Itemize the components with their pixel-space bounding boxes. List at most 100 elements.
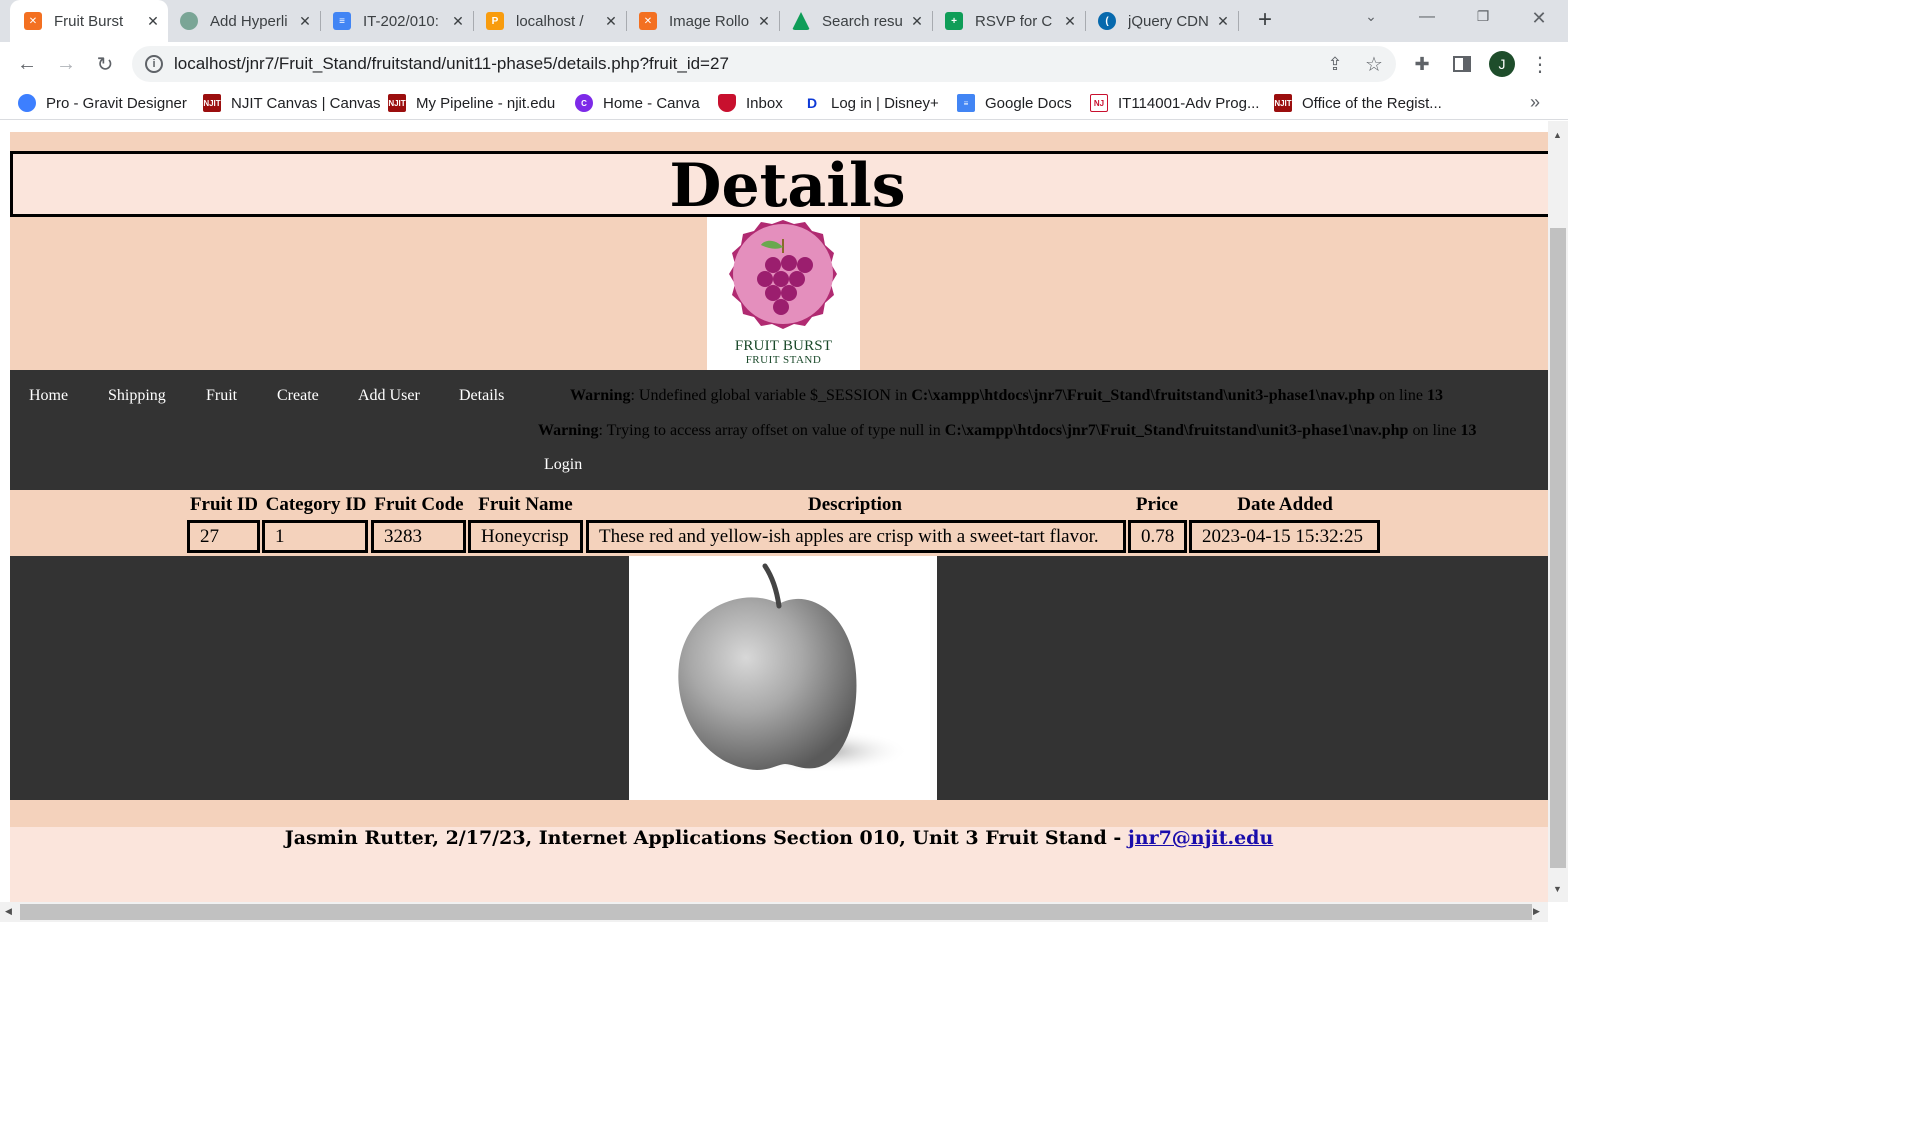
bookmark-inbox[interactable]: Inbox bbox=[718, 93, 783, 113]
back-arrow-icon[interactable]: ← bbox=[14, 51, 40, 77]
njit-icon: NJ bbox=[1090, 94, 1108, 112]
chatgpt-icon bbox=[180, 12, 198, 30]
kebab-menu-icon[interactable]: ⋮ bbox=[1527, 51, 1553, 77]
shield-icon bbox=[718, 94, 736, 112]
bookmark-registrar[interactable]: NJIT Office of the Regist... bbox=[1274, 93, 1442, 113]
njit-icon: NJIT bbox=[203, 94, 221, 112]
footer-credit: Jasmin Rutter, 2/17/23, Internet Applica… bbox=[10, 827, 1548, 849]
address-bar[interactable]: i localhost/jnr7/Fruit_Stand/fruitstand/… bbox=[132, 46, 1396, 82]
close-tab-icon[interactable]: ✕ bbox=[1061, 12, 1079, 30]
bookmark-label: My Pipeline - njit.edu bbox=[416, 94, 556, 112]
tab-title: Add Hyperli bbox=[210, 12, 288, 30]
share-icon[interactable]: ⇪ bbox=[1322, 51, 1348, 77]
warning-path: C:\xampp\htdocs\jnr7\Fruit_Stand\fruitst… bbox=[911, 387, 1375, 404]
google-drive-icon bbox=[792, 12, 810, 30]
nav-shipping-link[interactable]: Shipping bbox=[108, 387, 166, 405]
xampp-icon: ✕ bbox=[24, 12, 42, 30]
tab-rsvp[interactable]: + RSVP for C ✕ bbox=[933, 0, 1085, 42]
warning-on-line: on line bbox=[1374, 387, 1427, 404]
tab-jquery-cdn[interactable]: ( jQuery CDN ✕ bbox=[1086, 0, 1238, 42]
bookmark-label: Home - Canva bbox=[603, 94, 700, 112]
tab-search-chevron-icon[interactable]: ⌄ bbox=[1357, 8, 1385, 32]
close-tab-icon[interactable]: ✕ bbox=[296, 12, 314, 30]
table-header-fruit-name: Fruit Name bbox=[478, 494, 573, 515]
tab-add-hyperlink[interactable]: Add Hyperli ✕ bbox=[168, 0, 320, 42]
scroll-right-arrow-icon[interactable]: ▶ bbox=[1533, 906, 1540, 917]
bookmark-star-icon[interactable]: ☆ bbox=[1361, 51, 1387, 77]
vertical-scroll-thumb[interactable] bbox=[1550, 228, 1566, 868]
url-text[interactable]: localhost/jnr7/Fruit_Stand/fruitstand/un… bbox=[174, 54, 729, 74]
njit-icon: NJIT bbox=[388, 94, 406, 112]
minimize-icon[interactable]: — bbox=[1413, 8, 1441, 32]
bookmarks-bar: Pro - Gravit Designer NJIT NJIT Canvas |… bbox=[0, 86, 1568, 120]
bookmark-google-docs[interactable]: ≡ Google Docs bbox=[957, 93, 1072, 113]
xampp-icon: ✕ bbox=[639, 12, 657, 30]
table-cell-date-added: 2023-04-15 15:32:25 bbox=[1189, 520, 1380, 553]
nav-fruit-link[interactable]: Fruit bbox=[206, 387, 237, 405]
close-tab-icon[interactable]: ✕ bbox=[1214, 12, 1232, 30]
tab-title: RSVP for C bbox=[975, 12, 1053, 30]
more-bookmarks-icon[interactable]: » bbox=[1530, 92, 1540, 113]
reload-icon[interactable]: ↻ bbox=[92, 51, 118, 77]
close-tab-icon[interactable]: ✕ bbox=[449, 12, 467, 30]
bookmark-my-pipeline[interactable]: NJIT My Pipeline - njit.edu bbox=[388, 93, 555, 113]
nav-details-link[interactable]: Details bbox=[459, 387, 504, 405]
table-header-category-id: Category ID bbox=[265, 494, 367, 515]
page-viewport: Details FRUIT BURST FRUIT STAND Home Shi… bbox=[0, 121, 1548, 902]
side-panel-icon[interactable] bbox=[1449, 51, 1475, 77]
page-body: Details FRUIT BURST FRUIT STAND Home Shi… bbox=[10, 132, 1548, 902]
bookmark-gravit[interactable]: Pro - Gravit Designer bbox=[18, 93, 187, 113]
google-docs-icon: ≡ bbox=[957, 94, 975, 112]
nav-login-link[interactable]: Login bbox=[544, 456, 582, 474]
nav-create-link[interactable]: Create bbox=[277, 387, 319, 405]
profile-avatar[interactable]: J bbox=[1489, 51, 1515, 77]
site-info-icon[interactable]: i bbox=[145, 55, 163, 73]
njit-icon: NJIT bbox=[1274, 94, 1292, 112]
bookmark-canva[interactable]: C Home - Canva bbox=[575, 93, 700, 113]
horizontal-scroll-thumb[interactable] bbox=[20, 904, 1532, 920]
extensions-puzzle-icon[interactable]: ✚ bbox=[1409, 51, 1435, 77]
page-footer: Jasmin Rutter, 2/17/23, Internet Applica… bbox=[10, 827, 1548, 902]
fruit-image bbox=[629, 556, 937, 800]
bookmark-disney[interactable]: D Log in | Disney+ bbox=[803, 93, 939, 113]
apple-illustration-icon bbox=[678, 563, 909, 773]
nav-add-user-link[interactable]: Add User bbox=[358, 387, 420, 405]
tab-title: jQuery CDN bbox=[1128, 12, 1209, 30]
scroll-down-arrow-icon[interactable]: ▼ bbox=[1553, 884, 1562, 894]
new-tab-icon[interactable]: + bbox=[1253, 8, 1277, 33]
canva-icon: C bbox=[575, 94, 593, 112]
warning-text: : Undefined global variable $_SESSION in bbox=[630, 387, 912, 404]
tab-it202[interactable]: ≡ IT-202/010: ✕ bbox=[321, 0, 473, 42]
close-window-icon[interactable]: ✕ bbox=[1525, 8, 1553, 32]
restore-icon[interactable]: ❐ bbox=[1469, 8, 1497, 32]
warning-label: Warning bbox=[538, 422, 599, 439]
table-cell-fruit-name: Honeycrisp bbox=[468, 520, 583, 553]
tab-localhost[interactable]: P localhost / ✕ bbox=[474, 0, 626, 42]
close-tab-icon[interactable]: ✕ bbox=[755, 12, 773, 30]
close-tab-icon[interactable]: ✕ bbox=[602, 12, 620, 30]
fruit-image-band bbox=[10, 556, 1548, 800]
bookmark-label: IT114001-Adv Prog... bbox=[1118, 94, 1260, 112]
php-warning-2: Warning: Trying to access array offset o… bbox=[538, 422, 1476, 440]
table-header-price: Price bbox=[1135, 494, 1179, 515]
tab-strip: ✕ Fruit Burst ✕ Add Hyperli ✕ ≡ IT-202/0… bbox=[0, 0, 1568, 42]
tab-title: Fruit Burst bbox=[54, 12, 124, 30]
tab-title: localhost / bbox=[516, 12, 584, 30]
warning-line-number: 13 bbox=[1426, 387, 1443, 404]
footer-text: Jasmin Rutter, 2/17/23, Internet Applica… bbox=[284, 827, 1128, 849]
close-tab-icon[interactable]: ✕ bbox=[908, 12, 926, 30]
scroll-up-arrow-icon[interactable]: ▲ bbox=[1553, 130, 1562, 140]
tab-fruit-burst[interactable]: ✕ Fruit Burst ✕ bbox=[10, 0, 168, 42]
disney-icon: D bbox=[803, 94, 821, 112]
tab-search-results[interactable]: Search resu ✕ bbox=[780, 0, 932, 42]
forward-arrow-icon[interactable]: → bbox=[53, 51, 79, 77]
tab-image-rollover[interactable]: ✕ Image Rollo ✕ bbox=[627, 0, 779, 42]
bookmark-njit-canvas[interactable]: NJIT NJIT Canvas | Canvas bbox=[203, 93, 381, 113]
close-tab-icon[interactable]: ✕ bbox=[144, 12, 162, 30]
table-cell-fruit-id: 27 bbox=[187, 520, 260, 553]
scroll-left-arrow-icon[interactable]: ◀ bbox=[5, 906, 12, 917]
bookmark-it114[interactable]: NJ IT114001-Adv Prog... bbox=[1090, 93, 1259, 113]
footer-email-link[interactable]: jnr7@njit.edu bbox=[1128, 827, 1273, 849]
nav-home-link[interactable]: Home bbox=[29, 387, 68, 405]
tab-title: Search resu bbox=[822, 12, 903, 30]
